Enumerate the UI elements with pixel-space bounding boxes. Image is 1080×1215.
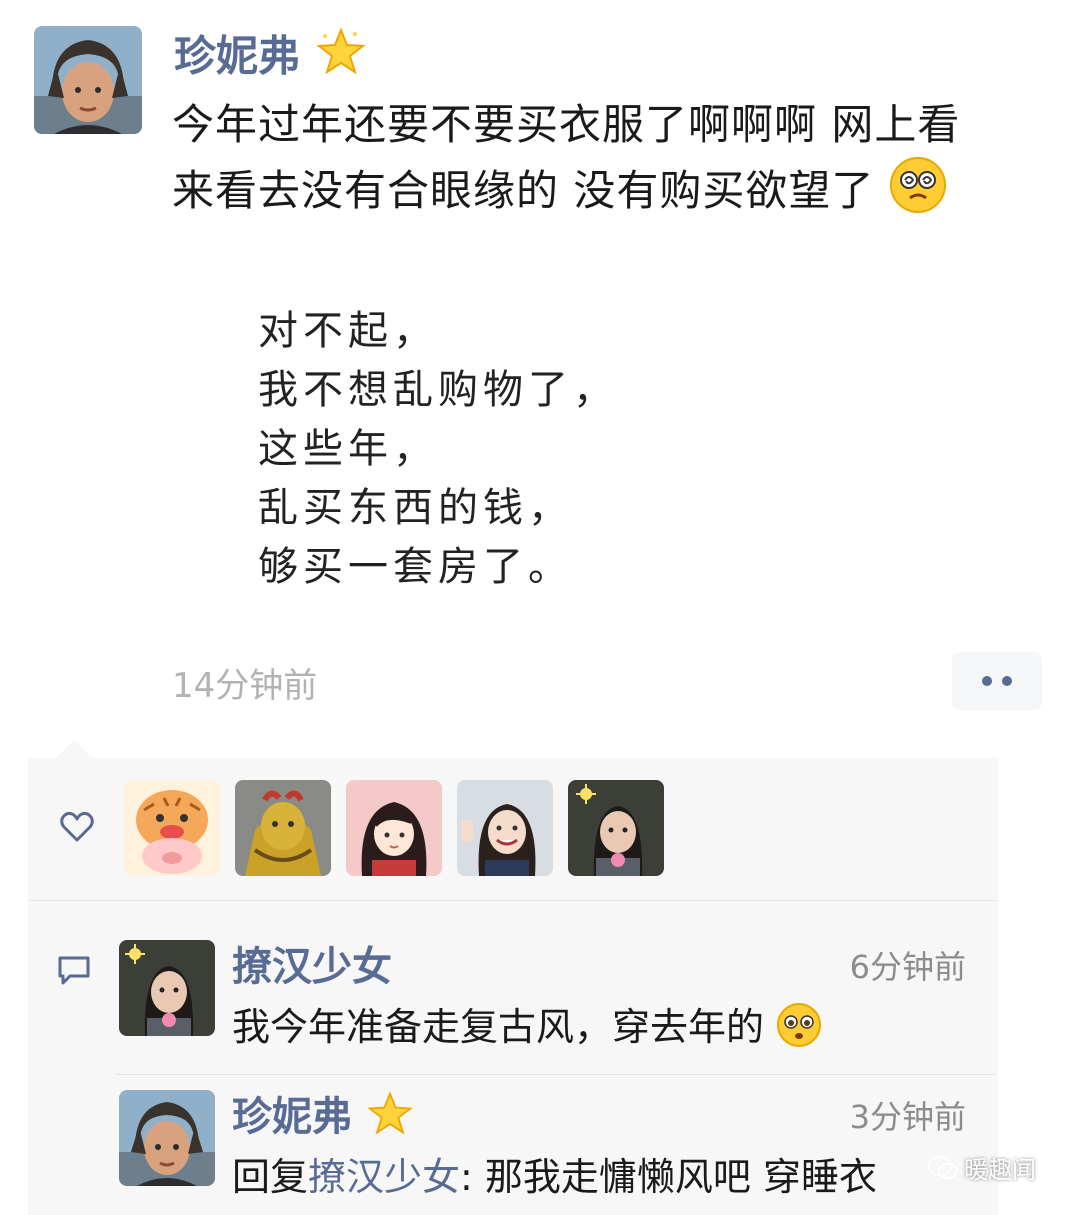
quote-line: 乱买东西的钱， <box>258 485 573 531</box>
comment-text: 我今年准备走复古风，穿去年的 <box>232 1005 765 1049</box>
reply-author[interactable]: 珍妮弗 <box>232 1094 352 1140</box>
dizzy-face-emoji-icon <box>889 156 947 231</box>
comment-icon <box>56 952 92 992</box>
reply-text: : 那我走慵懒风吧 穿睡衣 <box>460 1155 877 1199</box>
wechat-icon <box>928 1155 958 1179</box>
comment-divider <box>116 1074 996 1075</box>
post-time: 14分钟前 <box>172 666 318 706</box>
star-badge-icon <box>315 26 367 92</box>
reply-time: 3分钟前 <box>849 1098 966 1136</box>
reply-prefix: 回复 <box>232 1155 309 1199</box>
quote-line: 这些年， <box>258 426 438 472</box>
like-avatar-golden-lion[interactable] <box>235 780 331 876</box>
post-text-line-2: 来看去没有合眼缘的 没有购买欲望了 <box>172 166 875 215</box>
reply-author-avatar[interactable] <box>119 1090 215 1186</box>
like-avatar-smiling-girl[interactable] <box>457 780 553 876</box>
quote-block: 对不起， 我不想乱购物了， 这些年， 乱买东西的钱， 够买一套房了。 <box>258 302 618 597</box>
author-avatar[interactable] <box>34 26 142 134</box>
panel-arrow <box>56 740 92 758</box>
reply-to-link[interactable]: 撩汉少女 <box>308 1155 460 1199</box>
comment-time: 6分钟前 <box>849 948 966 986</box>
more-options-button[interactable] <box>952 652 1042 710</box>
like-avatar-cartoon-girl[interactable] <box>346 780 442 876</box>
quote-line: 对不起， <box>258 308 438 354</box>
post-text-line-1: 今年过年还要不要买衣服了啊啊啊 网上看 <box>172 100 961 149</box>
watermark-text: 暖趣闻 <box>964 1156 1036 1184</box>
star-badge-icon <box>366 1090 414 1148</box>
watermark: 暖趣闻 <box>928 1150 1036 1185</box>
like-avatar-tiger-pig[interactable] <box>124 780 220 876</box>
quote-line: 我不想乱购物了， <box>258 367 618 413</box>
pleading-face-emoji-icon <box>776 1002 822 1057</box>
author-name[interactable]: 珍妮弗 <box>174 32 300 81</box>
like-avatar-boy-flower[interactable] <box>568 780 664 876</box>
heart-icon <box>58 808 96 850</box>
quote-line: 够买一套房了。 <box>258 544 573 590</box>
ellipsis-icon <box>982 676 1012 686</box>
panel-divider <box>28 900 998 901</box>
commenter-avatar[interactable] <box>119 940 215 1036</box>
comment-author[interactable]: 撩汉少女 <box>232 934 392 992</box>
